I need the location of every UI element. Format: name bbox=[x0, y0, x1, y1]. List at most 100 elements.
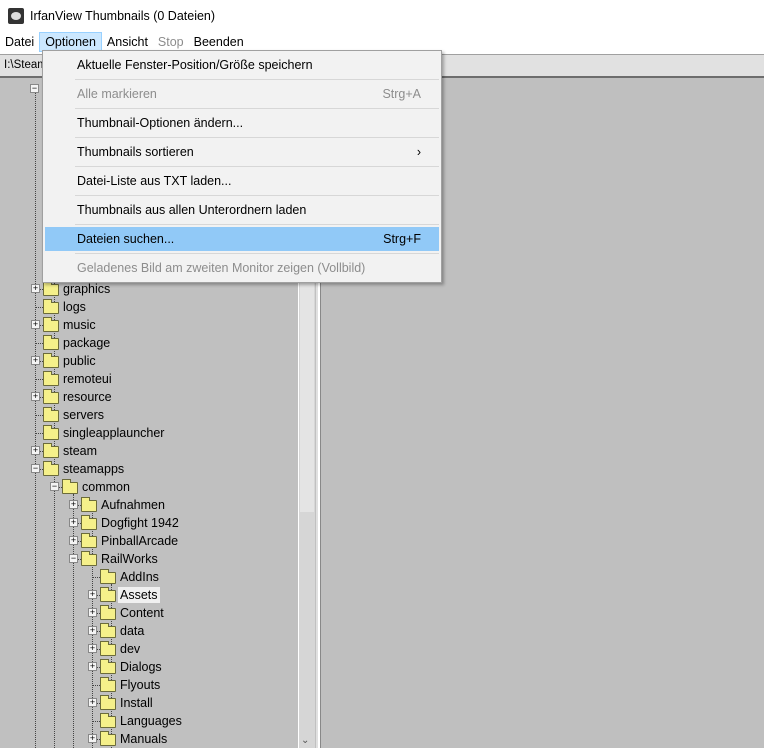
menu-separator bbox=[75, 224, 439, 225]
folder-icon bbox=[81, 533, 97, 548]
expand-icon[interactable]: + bbox=[31, 446, 40, 455]
menu-item-shortcut: Strg+F bbox=[383, 232, 421, 246]
tree-item-label: Flyouts bbox=[120, 678, 161, 692]
tree-item[interactable]: logs bbox=[0, 298, 296, 316]
menu-item[interactable]: Thumbnails aus allen Unterordnern laden bbox=[45, 198, 439, 222]
menu-beenden[interactable]: Beenden bbox=[189, 32, 249, 52]
folder-icon bbox=[43, 407, 59, 422]
window-title: IrfanView Thumbnails (0 Dateien) bbox=[30, 8, 216, 23]
folder-icon bbox=[100, 677, 116, 692]
expand-icon[interactable]: + bbox=[88, 734, 97, 743]
folder-icon bbox=[43, 371, 59, 386]
expand-icon[interactable]: + bbox=[69, 536, 78, 545]
menu-item-label: Alle markieren bbox=[77, 87, 157, 101]
expand-icon[interactable]: + bbox=[31, 392, 40, 401]
tree-item[interactable]: Languages bbox=[0, 712, 296, 730]
expand-icon[interactable]: + bbox=[69, 500, 78, 509]
menu-ansicht[interactable]: Ansicht bbox=[102, 32, 153, 52]
folder-icon bbox=[43, 281, 59, 296]
tree-item[interactable]: + public bbox=[0, 352, 296, 370]
menu-item[interactable]: Geladenes Bild am zweiten Monitor zeigen… bbox=[45, 256, 439, 280]
expand-icon[interactable]: + bbox=[88, 698, 97, 707]
expand-icon[interactable]: + bbox=[31, 320, 40, 329]
tree-item[interactable]: + resource bbox=[0, 388, 296, 406]
menu-separator bbox=[75, 253, 439, 254]
menu-separator bbox=[75, 195, 439, 196]
menu-item[interactable]: Thumbnails sortieren › bbox=[45, 140, 439, 164]
tree-item[interactable]: singleapplauncher bbox=[0, 424, 296, 442]
folder-icon bbox=[100, 641, 116, 656]
tree-item[interactable]: + Dialogs bbox=[0, 658, 296, 676]
folder-icon bbox=[100, 623, 116, 638]
tree-item[interactable]: + dev bbox=[0, 640, 296, 658]
tree-item[interactable]: + Aufnahmen bbox=[0, 496, 296, 514]
expand-icon[interactable]: + bbox=[31, 284, 40, 293]
expand-icon[interactable]: + bbox=[88, 608, 97, 617]
menu-separator bbox=[75, 137, 439, 138]
tree-item-label: package bbox=[63, 336, 111, 350]
tree-item[interactable]: + data bbox=[0, 622, 296, 640]
tree-item[interactable]: + music bbox=[0, 316, 296, 334]
tree-item-label: public bbox=[63, 354, 96, 368]
title-bar: IrfanView Thumbnails (0 Dateien) bbox=[0, 0, 764, 31]
collapse-icon[interactable]: − bbox=[31, 464, 40, 473]
menu-item[interactable]: Thumbnail-Optionen ändern... bbox=[45, 111, 439, 135]
menu-optionen[interactable]: Optionen bbox=[39, 32, 102, 52]
folder-icon bbox=[81, 551, 97, 566]
tree-item-label: RailWorks bbox=[101, 552, 158, 566]
folder-icon bbox=[43, 389, 59, 404]
tree-item-label: servers bbox=[63, 408, 104, 422]
menu-item-shortcut: Strg+A bbox=[382, 87, 421, 101]
menu-item[interactable]: Alle markieren Strg+A bbox=[45, 82, 439, 106]
tree-item-label: logs bbox=[63, 300, 86, 314]
tree-item-label: data bbox=[120, 624, 145, 638]
tree-item[interactable]: servers bbox=[0, 406, 296, 424]
tree-item[interactable]: + Content bbox=[0, 604, 296, 622]
menu-datei[interactable]: Datei bbox=[0, 32, 39, 52]
menu-separator bbox=[75, 79, 439, 80]
tree-item-label: singleapplauncher bbox=[63, 426, 165, 440]
folder-icon bbox=[81, 497, 97, 512]
tree-item-label: music bbox=[63, 318, 96, 332]
expand-icon[interactable]: + bbox=[69, 518, 78, 527]
tree-item[interactable]: AddIns bbox=[0, 568, 296, 586]
collapse-icon[interactable]: − bbox=[69, 554, 78, 563]
tree-item-label: steam bbox=[63, 444, 98, 458]
scroll-down-arrow-icon[interactable]: ⌄ bbox=[301, 735, 309, 746]
tree-item[interactable]: + Assets bbox=[0, 586, 296, 604]
menu-item[interactable]: Aktuelle Fenster-Position/Größe speicher… bbox=[45, 53, 439, 77]
tree-item[interactable]: + steam bbox=[0, 442, 296, 460]
expand-icon[interactable]: + bbox=[88, 626, 97, 635]
tree-item[interactable]: + Install bbox=[0, 694, 296, 712]
folder-icon bbox=[100, 695, 116, 710]
tree-item[interactable]: − RailWorks bbox=[0, 550, 296, 568]
tree-item[interactable]: − common bbox=[0, 478, 296, 496]
menu-item-label: Geladenes Bild am zweiten Monitor zeigen… bbox=[77, 261, 366, 275]
tree-item[interactable]: Flyouts bbox=[0, 676, 296, 694]
folder-icon bbox=[100, 605, 116, 620]
tree-item-label: steamapps bbox=[63, 462, 125, 476]
tree-item[interactable]: remoteui bbox=[0, 370, 296, 388]
tree-item[interactable]: + Dogfight 1942 bbox=[0, 514, 296, 532]
tree-item-label: graphics bbox=[63, 282, 111, 296]
tree-item[interactable]: package bbox=[0, 334, 296, 352]
expand-icon[interactable]: + bbox=[88, 644, 97, 653]
collapse-root-icon[interactable]: − bbox=[30, 84, 39, 93]
menu-item[interactable]: Datei-Liste aus TXT laden... bbox=[45, 169, 439, 193]
menu-stop[interactable]: Stop bbox=[153, 32, 189, 52]
expand-icon[interactable]: + bbox=[31, 356, 40, 365]
menu-item[interactable]: Dateien suchen... Strg+F bbox=[45, 227, 439, 251]
expand-icon[interactable]: + bbox=[88, 662, 97, 671]
tree-item-label: Install bbox=[120, 696, 153, 710]
expand-icon[interactable]: + bbox=[88, 590, 97, 599]
tree-item[interactable]: − steamapps bbox=[0, 460, 296, 478]
tree-item-label: dev bbox=[120, 642, 141, 656]
tree-item[interactable]: + PinballArcade bbox=[0, 532, 296, 550]
tree-item-label: Content bbox=[120, 606, 164, 620]
menu-item-label: Datei-Liste aus TXT laden... bbox=[77, 174, 232, 188]
tree-item[interactable]: + Manuals bbox=[0, 730, 296, 748]
options-menu-dropdown: Aktuelle Fenster-Position/Größe speicher… bbox=[42, 50, 442, 283]
tree-item-label: Dialogs bbox=[120, 660, 162, 674]
tree-item-label: Dogfight 1942 bbox=[101, 516, 179, 530]
collapse-icon[interactable]: − bbox=[50, 482, 59, 491]
